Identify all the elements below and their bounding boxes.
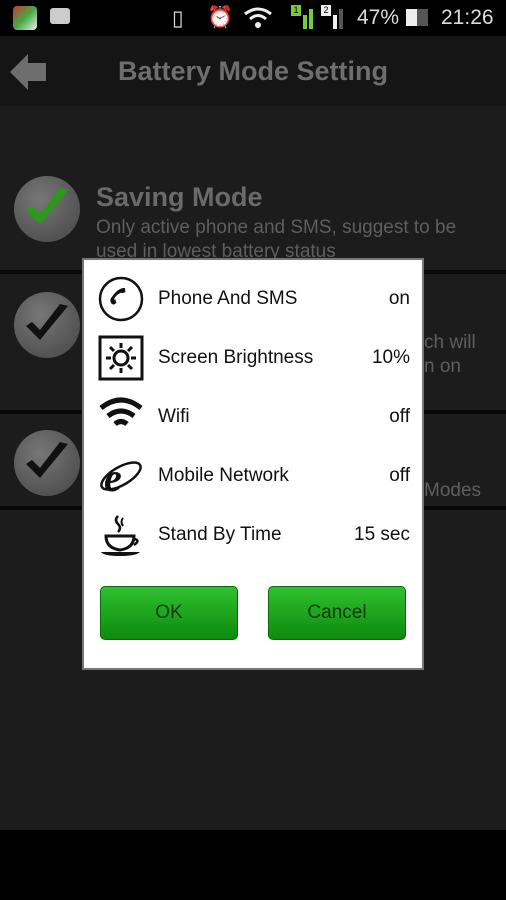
signal-sim2-icon: 2 bbox=[321, 5, 347, 29]
app-notification-icon bbox=[13, 6, 37, 30]
page-title: Battery Mode Setting bbox=[117, 56, 389, 86]
mode-title: Saving Mode bbox=[96, 182, 263, 212]
setting-value: 15 sec bbox=[354, 524, 410, 545]
setting-label: Mobile Network bbox=[158, 465, 289, 486]
bottom-bar bbox=[0, 830, 506, 900]
ok-button[interactable]: OK bbox=[100, 586, 238, 640]
check-icon bbox=[14, 430, 80, 496]
wifi-icon bbox=[99, 397, 143, 427]
setting-label: Phone And SMS bbox=[158, 288, 298, 309]
mode-description: Only active phone and SMS, suggest to be… bbox=[96, 217, 457, 262]
alarm-icon: ⏰ bbox=[207, 6, 234, 29]
setting-value: off bbox=[389, 406, 410, 427]
mode-description-fragment: Modes bbox=[424, 480, 482, 501]
battery-percent: 47% bbox=[357, 6, 400, 29]
setting-label: Screen Brightness bbox=[158, 347, 314, 368]
mode-detail-dialog: Phone And SMS on Screen Brightness 10% W… bbox=[82, 258, 424, 670]
setting-phone-sms: Phone And SMS on bbox=[98, 274, 410, 324]
brightness-icon bbox=[98, 335, 144, 381]
check-icon bbox=[14, 176, 80, 242]
vibrate-icon: ▯ bbox=[172, 7, 184, 30]
coffee-cup-icon bbox=[101, 515, 140, 556]
battery-icon bbox=[406, 9, 428, 26]
setting-value: 10% bbox=[371, 347, 410, 368]
wifi-status-icon bbox=[244, 7, 272, 28]
setting-standby-time: Stand By Time 15 sec bbox=[98, 510, 410, 560]
setting-mobile-network: e Mobile Network off bbox=[98, 451, 410, 501]
clock: 21:26 bbox=[441, 6, 494, 29]
setting-screen-brightness: Screen Brightness 10% bbox=[98, 333, 410, 383]
setting-label: Stand By Time bbox=[158, 524, 282, 545]
mode-row-saving[interactable]: Saving Mode Only active phone and SMS, s… bbox=[0, 106, 506, 274]
mode-description-fragment: n on bbox=[424, 356, 461, 377]
bbm-icon bbox=[50, 8, 70, 24]
setting-label: Wifi bbox=[158, 406, 190, 427]
app-header: Battery Mode Setting bbox=[0, 36, 506, 106]
internet-explorer-icon: e bbox=[100, 455, 142, 499]
cancel-button[interactable]: Cancel bbox=[268, 586, 406, 640]
mode-description-fragment: ch will bbox=[424, 332, 476, 353]
setting-value: off bbox=[389, 465, 410, 486]
setting-value: on bbox=[388, 288, 410, 309]
check-icon bbox=[14, 292, 80, 358]
status-bar: ▯ ⏰ 1 2 47% 21:26 bbox=[0, 0, 506, 36]
setting-wifi: Wifi off bbox=[98, 392, 410, 442]
signal-sim1-icon: 1 bbox=[291, 5, 319, 29]
phone-icon bbox=[98, 276, 144, 322]
